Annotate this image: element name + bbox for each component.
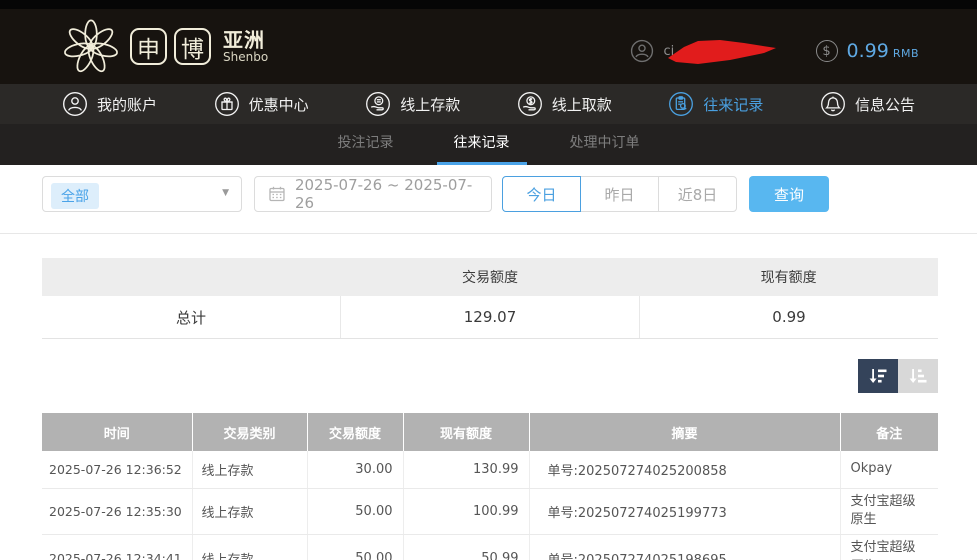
nav-my-account[interactable]: 我的账户: [62, 91, 157, 117]
quick-date-group: 今日 昨日 近8日: [502, 176, 737, 212]
last8days-button[interactable]: 近8日: [658, 176, 737, 212]
logo-brand-text: Shenbo: [223, 51, 268, 64]
tab-pending-orders[interactable]: 处理中订单: [553, 124, 657, 165]
logo-char-bo: 博: [174, 28, 211, 65]
section-divider: [0, 233, 977, 234]
nav-label: 优惠中心: [249, 94, 309, 115]
sort-asc-icon: [907, 365, 929, 387]
sort-descending-button[interactable]: [858, 359, 898, 393]
cell-time: 2025-07-26 12:35:30: [42, 488, 192, 535]
logo-region-text: 亚洲: [223, 30, 268, 51]
nav-label: 线上取款: [552, 94, 612, 115]
summary-header-balance: 现有额度: [639, 267, 938, 287]
col-balance[interactable]: 现有额度: [403, 413, 529, 451]
user-icon: [62, 91, 88, 117]
type-select[interactable]: 全部 ▼: [42, 176, 242, 212]
records-header-row: 时间 交易类别 交易额度 现有额度 摘要 备注: [42, 413, 938, 451]
cell-amount: 50.00: [307, 535, 403, 560]
date-range-value: 2025-07-26 ~ 2025-07-26: [295, 176, 491, 212]
cell-note: Okpay: [840, 451, 938, 488]
cell-type: 线上存款: [192, 535, 307, 560]
table-row: 2025-07-26 12:35:30 线上存款 50.00 100.99 单号…: [42, 488, 938, 535]
chevron-down-icon: ▼: [222, 188, 229, 198]
col-amount[interactable]: 交易额度: [307, 413, 403, 451]
cell-balance: 100.99: [403, 488, 529, 535]
sub-nav: 投注记录 往来记录 处理中订单: [0, 124, 977, 165]
summary-header-transaction: 交易额度: [341, 267, 640, 287]
nav-transaction-records[interactable]: 往来记录: [668, 91, 763, 117]
logo-char-shen: 申: [130, 28, 167, 65]
cell-time: 2025-07-26 12:34:41: [42, 535, 192, 560]
balance-amount: 0.99: [847, 40, 889, 62]
nav-label: 线上存款: [400, 94, 460, 115]
summary-total-label: 总计: [42, 296, 340, 338]
table-row: 2025-07-26 12:36:52 线上存款 30.00 130.99 单号…: [42, 451, 938, 488]
cell-time: 2025-07-26 12:36:52: [42, 451, 192, 488]
col-type[interactable]: 交易类别: [192, 413, 307, 451]
summary-total-row: 总计 129.07 0.99: [42, 296, 938, 339]
today-button[interactable]: 今日: [502, 176, 581, 212]
table-row: 2025-07-26 12:34:41 线上存款 50.00 50.99 单号:…: [42, 535, 938, 560]
flower-logo-icon: [62, 18, 120, 76]
withdraw-icon: [517, 91, 543, 117]
summary-table: 交易额度 现有额度 总计 129.07 0.99: [42, 258, 938, 339]
col-summary[interactable]: 摘要: [529, 413, 840, 451]
cell-type: 线上存款: [192, 451, 307, 488]
tab-transaction-records[interactable]: 往来记录: [437, 124, 527, 165]
type-select-value: 全部: [51, 183, 99, 209]
col-time[interactable]: 时间: [42, 413, 192, 451]
sort-ascending-button[interactable]: [898, 359, 938, 393]
sort-controls: [42, 359, 938, 393]
nav-label: 信息公告: [855, 94, 915, 115]
deposit-icon: [365, 91, 391, 117]
main-nav: 我的账户 优惠中心 线上存款 线上取款: [0, 84, 977, 124]
col-note[interactable]: 备注: [840, 413, 938, 451]
summary-transaction-total: 129.07: [340, 296, 639, 338]
balance-dollar-icon: $: [816, 40, 838, 62]
filter-row: 全部 ▼ 2025-07-26 ~ 2025-07-26 今日 昨日 近8日 查…: [42, 176, 977, 212]
site-header: 申 博 亚洲 Shenbo ci $ 0.99 RMB: [0, 9, 977, 84]
sort-desc-icon: [867, 365, 889, 387]
username-redacted[interactable]: ci: [662, 37, 790, 65]
nav-label: 往来记录: [703, 94, 763, 115]
records-icon: [668, 91, 694, 117]
nav-withdraw[interactable]: 线上取款: [517, 91, 612, 117]
balance-currency: RMB: [893, 42, 919, 60]
cell-balance: 130.99: [403, 451, 529, 488]
cell-summary: 单号:202507274025199773: [529, 488, 840, 535]
search-button[interactable]: 查询: [749, 176, 829, 212]
cell-note: 支付宝超级原生: [840, 535, 938, 560]
user-avatar-icon[interactable]: [630, 39, 654, 63]
nav-deposit[interactable]: 线上存款: [365, 91, 460, 117]
date-range-input[interactable]: 2025-07-26 ~ 2025-07-26: [254, 176, 492, 212]
cell-balance: 50.99: [403, 535, 529, 560]
tab-bet-records[interactable]: 投注记录: [321, 124, 411, 165]
nav-announcements[interactable]: 信息公告: [820, 91, 915, 117]
user-balance-area: ci $ 0.99 RMB: [630, 37, 920, 65]
cell-note: 支付宝超级原生: [840, 488, 938, 535]
nav-label: 我的账户: [97, 94, 157, 115]
calendar-icon: [268, 185, 286, 203]
records-table: 时间 交易类别 交易额度 现有额度 摘要 备注 2025-07-26 12:36…: [42, 413, 938, 560]
summary-header-row: 交易额度 现有额度: [42, 258, 938, 296]
cell-amount: 30.00: [307, 451, 403, 488]
cell-amount: 50.00: [307, 488, 403, 535]
cell-summary: 单号:202507274025198695: [529, 535, 840, 560]
cell-summary: 单号:202507274025200858: [529, 451, 840, 488]
nav-promotions[interactable]: 优惠中心: [214, 91, 309, 117]
summary-balance-total: 0.99: [639, 296, 938, 338]
gift-icon: [214, 91, 240, 117]
site-logo[interactable]: 申 博 亚洲 Shenbo: [62, 18, 268, 76]
redaction-scribble: [668, 38, 780, 65]
window-top-strip: [0, 0, 977, 9]
yesterday-button[interactable]: 昨日: [580, 176, 659, 212]
bell-icon: [820, 91, 846, 117]
cell-type: 线上存款: [192, 488, 307, 535]
